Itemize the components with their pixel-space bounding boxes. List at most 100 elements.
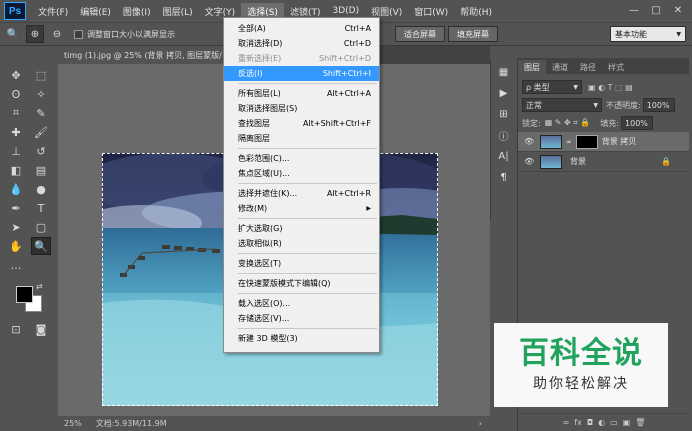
menu-file[interactable]: 文件(F) bbox=[32, 3, 74, 20]
marquee-tool-icon[interactable]: ⬚ bbox=[31, 66, 51, 84]
menu-image[interactable]: 图像(I) bbox=[117, 3, 157, 20]
gradient-tool-icon[interactable]: ▤ bbox=[31, 161, 51, 179]
zoom-tool-icon[interactable]: 🔍 bbox=[31, 237, 51, 255]
fit-screen-button[interactable]: 适合屏幕 bbox=[395, 26, 445, 42]
select-menu-item[interactable]: 全部(A) Ctrl+A bbox=[224, 21, 379, 36]
select-menu-item[interactable]: 反选(I) Shift+Ctrl+I bbox=[224, 66, 379, 81]
layer-name[interactable]: 背景 bbox=[570, 156, 586, 167]
foreground-color-swatch[interactable] bbox=[16, 286, 33, 303]
minimize-button[interactable]: — bbox=[624, 2, 644, 18]
lock-icons[interactable]: ▦ ✎ ✥ ⌗ 🔒 bbox=[545, 118, 591, 128]
select-menu-item[interactable]: 修改(M) ▶ bbox=[224, 201, 379, 216]
select-menu-item[interactable]: 查找图层 Alt+Shift+Ctrl+F bbox=[224, 116, 379, 131]
layer-row-background-copy[interactable]: 👁 ∞ 背景 拷贝 bbox=[518, 132, 689, 152]
opacity-field[interactable]: 100% bbox=[642, 98, 675, 112]
zoom-tool-icon[interactable]: 🔍 bbox=[4, 25, 22, 43]
select-menu-item[interactable]: 选择并遮住(K)... Alt+Ctrl+R bbox=[224, 186, 379, 201]
tab-styles[interactable]: 样式 bbox=[602, 60, 630, 74]
zoom-in-icon[interactable]: ⊕ bbox=[26, 25, 44, 43]
dodge-tool-icon[interactable]: ● bbox=[31, 180, 51, 198]
fill-field[interactable]: 100% bbox=[621, 116, 654, 130]
new-layer-icon[interactable]: ▣ bbox=[623, 418, 631, 427]
paragraph-icon[interactable]: ¶ bbox=[494, 168, 514, 186]
select-menu-item[interactable]: 隔离图层 bbox=[224, 131, 379, 146]
tab-layers[interactable]: 图层 bbox=[518, 60, 546, 74]
select-menu-item[interactable]: 焦点区域(U)... bbox=[224, 166, 379, 181]
swap-colors-icon[interactable]: ⇄ bbox=[36, 282, 43, 291]
delete-layer-icon[interactable]: 🗑 bbox=[635, 418, 645, 427]
resize-windows-checkbox[interactable] bbox=[74, 29, 83, 39]
select-menu-item[interactable]: 所有图层(L) Alt+Ctrl+A bbox=[224, 86, 379, 101]
zoom-level[interactable]: 25% bbox=[64, 419, 82, 428]
play-actions-icon[interactable]: ▶ bbox=[494, 84, 514, 102]
type-tool-icon[interactable]: T bbox=[31, 199, 51, 217]
select-menu-item[interactable]: 色彩范围(C)... bbox=[224, 151, 379, 166]
filter-icons[interactable]: ▣ ◐ T ⬚ ▤ bbox=[588, 83, 633, 92]
document-tab[interactable]: timg (1).jpg @ 25% (背景 拷贝, 图层蒙版/ bbox=[58, 46, 232, 64]
shape-tool-icon[interactable]: ▢ bbox=[31, 218, 51, 236]
clone-stamp-tool-icon[interactable]: ⊥ bbox=[6, 142, 26, 160]
menu-separator bbox=[238, 183, 377, 184]
fill-screen-button[interactable]: 填充屏幕 bbox=[448, 26, 498, 42]
adjustment-layer-icon[interactable]: ◐ bbox=[598, 418, 605, 427]
chevron-down-icon: ▼ bbox=[593, 101, 598, 109]
add-mask-icon[interactable]: ◘ bbox=[587, 418, 593, 427]
path-selection-tool-icon[interactable]: ➤ bbox=[6, 218, 26, 236]
info-icon[interactable]: ⓘ bbox=[494, 126, 514, 144]
eye-icon[interactable]: 👁 bbox=[524, 157, 536, 166]
menu-3d[interactable]: 3D(D) bbox=[326, 4, 365, 18]
menu-layer[interactable]: 图层(L) bbox=[157, 3, 199, 20]
blend-mode-select[interactable]: 正常 ▼ bbox=[522, 98, 602, 112]
menu-item-label: 选择并遮住(K)... bbox=[238, 189, 298, 198]
select-menu-item[interactable]: 变换选区(T) bbox=[224, 256, 379, 271]
select-menu-item[interactable]: 扩大选取(G) bbox=[224, 221, 379, 236]
menu-item-label: 全部(A) bbox=[238, 24, 266, 33]
menu-window[interactable]: 窗口(W) bbox=[408, 3, 454, 20]
select-menu-item[interactable]: 在快速蒙版模式下编辑(Q) bbox=[224, 276, 379, 291]
move-tool-icon[interactable]: ✥ bbox=[6, 66, 26, 84]
select-menu-item[interactable]: 载入选区(O)... bbox=[224, 296, 379, 311]
history-brush-tool-icon[interactable]: ↺ bbox=[31, 142, 51, 160]
crop-tool-icon[interactable]: ⌗ bbox=[6, 104, 26, 122]
layer-mask-thumbnail[interactable] bbox=[575, 134, 598, 149]
eye-icon[interactable]: 👁 bbox=[524, 137, 536, 146]
tab-paths[interactable]: 路径 bbox=[574, 60, 602, 74]
edit-toolbar-icon[interactable]: ⊡ bbox=[6, 320, 26, 338]
properties-icon[interactable]: ⊞ bbox=[494, 105, 514, 123]
eyedropper-tool-icon[interactable]: ✎ bbox=[31, 104, 51, 122]
new-group-icon[interactable]: ▭ bbox=[610, 418, 618, 427]
eraser-tool-icon[interactable]: ◧ bbox=[6, 161, 26, 179]
maximize-button[interactable]: □ bbox=[646, 2, 666, 18]
status-arrow-icon[interactable]: › bbox=[479, 419, 482, 428]
magic-wand-tool-icon[interactable]: ✧ bbox=[31, 85, 51, 103]
lasso-tool-icon[interactable]: ʘ bbox=[6, 85, 26, 103]
history-icon[interactable]: ▦ bbox=[494, 63, 514, 81]
link-layers-icon[interactable]: ∞ bbox=[563, 418, 570, 427]
tools-panel: ✥ ⬚ ʘ ✧ ⌗ ✎ ✚ 🖌 ⊥ ↺ ◧ ▤ 💧 ● ✒ T ➤ ▢ ✋ 🔍 … bbox=[3, 64, 55, 336]
healing-brush-tool-icon[interactable]: ✚ bbox=[6, 123, 26, 141]
layer-filter-select[interactable]: ρ 类型 ▼ bbox=[522, 80, 582, 94]
workspace-select[interactable]: 基本功能 ▼ bbox=[610, 26, 686, 42]
resize-windows-label: 调整窗口大小以满屏显示 bbox=[87, 29, 175, 39]
select-menu-item[interactable]: 选取相似(R) bbox=[224, 236, 379, 251]
menu-edit[interactable]: 编辑(E) bbox=[74, 3, 117, 20]
character-icon[interactable]: A| bbox=[494, 147, 514, 165]
menu-help[interactable]: 帮助(H) bbox=[454, 3, 498, 20]
more-tools-icon[interactable]: … bbox=[6, 256, 26, 274]
select-menu-item[interactable]: 取消选择(D) Ctrl+D bbox=[224, 36, 379, 51]
select-menu-item[interactable]: 新建 3D 模型(3) bbox=[224, 331, 379, 346]
layer-row-background[interactable]: 👁 背景 🔒 bbox=[518, 152, 689, 172]
menu-item-label: 所有图层(L) bbox=[238, 89, 281, 98]
close-button[interactable]: ✕ bbox=[668, 2, 688, 18]
layer-name[interactable]: 背景 拷贝 bbox=[602, 136, 637, 147]
zoom-out-icon[interactable]: ⊖ bbox=[48, 25, 66, 43]
pen-tool-icon[interactable]: ✒ bbox=[6, 199, 26, 217]
quick-mask-icon[interactable]: ◙ bbox=[31, 320, 51, 338]
hand-tool-icon[interactable]: ✋ bbox=[6, 237, 26, 255]
brush-tool-icon[interactable]: 🖌 bbox=[31, 123, 51, 141]
layer-style-icon[interactable]: fx bbox=[574, 418, 582, 427]
select-menu-item[interactable]: 取消选择图层(S) bbox=[224, 101, 379, 116]
select-menu-item[interactable]: 存储选区(V)... bbox=[224, 311, 379, 326]
tab-channels[interactable]: 通道 bbox=[546, 60, 574, 74]
blur-tool-icon[interactable]: 💧 bbox=[6, 180, 26, 198]
